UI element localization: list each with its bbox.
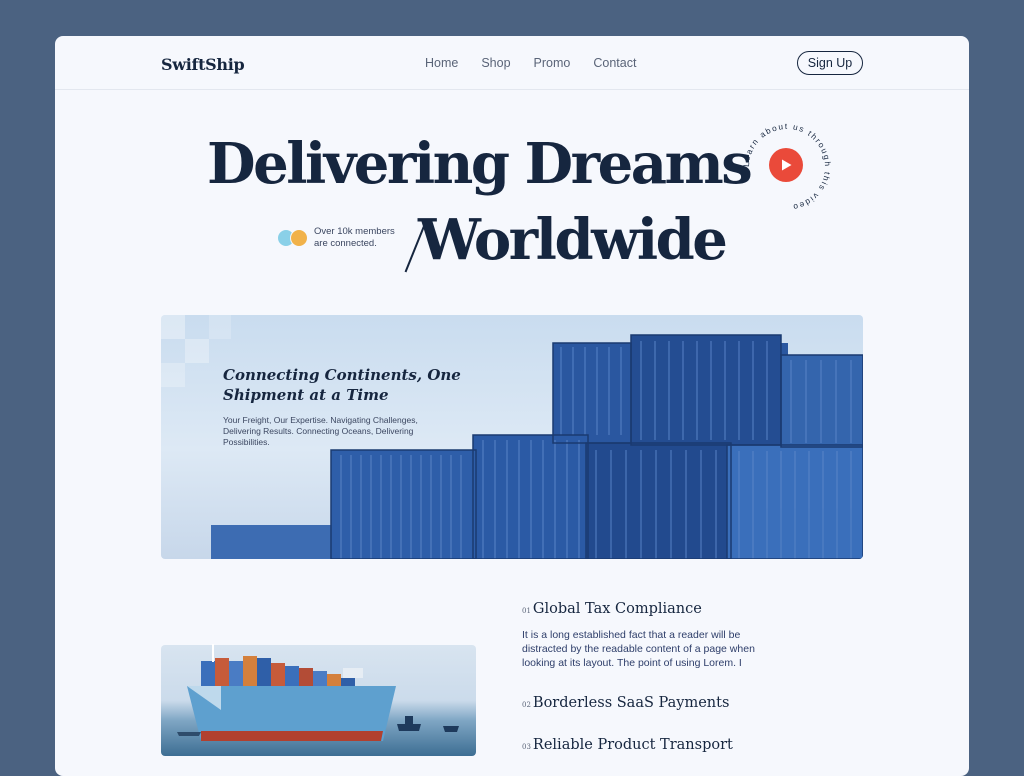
banner-text: Your Freight, Our Expertise. Navigating …: [223, 415, 418, 447]
members-badge: Over 10k members are connected.: [277, 226, 409, 250]
hero-title-line2: Worldwide: [418, 207, 728, 273]
hero-title-line1: Delivering Dreams: [207, 131, 753, 197]
nav-contact[interactable]: Contact: [593, 56, 636, 70]
brand-logo[interactable]: SwiftShip: [161, 55, 245, 74]
feature-title: Global Tax Compliance: [532, 601, 702, 617]
feature-title: Reliable Product Transport: [532, 737, 733, 753]
play-icon: [782, 159, 792, 171]
feature-number: 03: [522, 743, 531, 751]
feature-description: It is a long established fact that a rea…: [522, 629, 755, 669]
feature-item-payments[interactable]: 02 Borderless SaaS Payments: [522, 695, 729, 711]
nav-shop[interactable]: Shop: [481, 56, 510, 70]
nav-home[interactable]: Home: [425, 56, 458, 70]
main-menu: Home Shop Promo Contact: [425, 56, 636, 70]
cargo-ship-illustration: [177, 644, 459, 741]
feature-title: Borderless SaaS Payments: [532, 695, 730, 711]
banner-title: Connecting Continents, One Shipment at a…: [223, 366, 461, 404]
page-card: SwiftShip Home Shop Promo Contact Sign U…: [55, 36, 969, 776]
feature-number: 01: [522, 607, 531, 615]
member-avatars: [277, 229, 308, 247]
avatar: [290, 229, 308, 247]
members-text: Over 10k members are connected.: [314, 226, 395, 249]
feature-item-tax[interactable]: 01 Global Tax Compliance: [522, 601, 702, 617]
play-button[interactable]: [769, 148, 803, 182]
nav-promo[interactable]: Promo: [534, 56, 571, 70]
feature-item-transport[interactable]: 03 Reliable Product Transport: [522, 737, 733, 753]
hero-banner: Connecting Continents, One Shipment at a…: [161, 315, 863, 559]
feature-number: 02: [522, 701, 531, 709]
top-nav: SwiftShip Home Shop Promo Contact Sign U…: [55, 36, 969, 90]
signup-button[interactable]: Sign Up: [797, 51, 863, 75]
